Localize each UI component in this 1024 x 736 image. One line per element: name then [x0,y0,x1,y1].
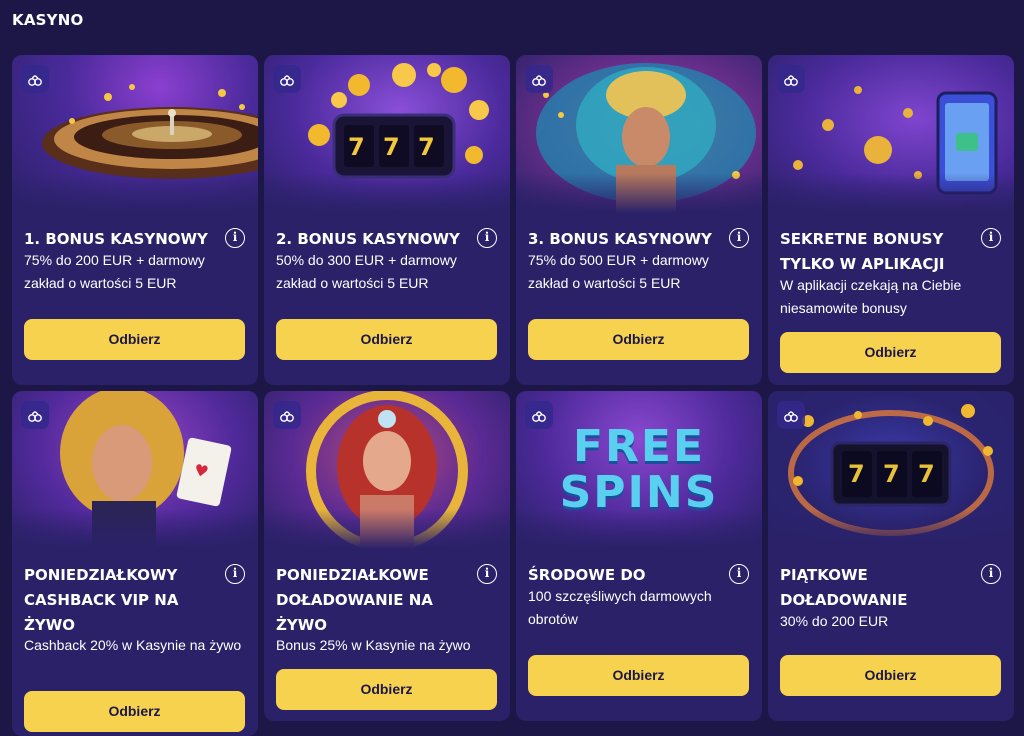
card-title: PONIEDZIAŁKOWY CASHBACK VIP NA ŻYWO [24,566,179,634]
cherry-icon [21,65,49,93]
claim-button[interactable]: Odbierz [276,319,497,360]
card-description: Bonus 25% w Kasynie na żywo [276,637,471,653]
info-icon[interactable]: i [225,228,245,248]
free-spins-image: FREE SPINS [516,391,762,549]
cherry-icon [777,65,805,93]
bonus-card-7: FREE SPINS ŚRODOWE DO i 100 szczęśliwych… [516,391,762,721]
info-icon[interactable]: i [477,228,497,248]
reel-symbol-2: 7 [383,133,400,161]
info-icon[interactable]: i [477,564,497,584]
cherry-icon [273,401,301,429]
info-icon[interactable]: i [729,228,749,248]
card-title: PIĄTKOWE DOŁADOWANIE [780,566,908,609]
card-description: 100 szczęśliwych darmowych obrotów [528,588,712,627]
roulette-image [12,55,258,213]
slot-coins-image: 7 7 7 [264,55,510,213]
reel-symbol-2: 7 [883,460,900,488]
card-title: PONIEDZIAŁKOWE DOŁADOWANIE NA ŻYWO [276,566,433,634]
claim-button[interactable]: Odbierz [780,332,1001,373]
cherry-icon [777,401,805,429]
claim-button[interactable]: Odbierz [24,319,245,360]
cherry-icon [21,401,49,429]
cherry-icon [525,401,553,429]
free-spins-line-1: FREE [572,421,706,472]
card-description: 50% do 300 EUR + darmowy zakład o wartoś… [276,252,457,291]
info-icon[interactable]: i [729,564,749,584]
reel-symbol-3: 7 [918,460,935,488]
friday-reload-image: 7 7 7 [768,391,1014,549]
reel-symbol-1: 7 [348,133,365,161]
live-reload-image [264,391,510,549]
bonus-card-8: 7 7 7 PIĄTKOWE DOŁADOWANIE i 30% do 200 … [768,391,1014,721]
reel-symbol-1: 7 [848,460,865,488]
bonus-card-6: PONIEDZIAŁKOWE DOŁADOWANIE NA ŻYWO i Bon… [264,391,510,721]
claim-button[interactable]: Odbierz [528,655,749,696]
app-image [768,55,1014,213]
vip-dealer-image: ♥ [12,391,258,549]
card-description: 75% do 200 EUR + darmowy zakład o wartoś… [24,252,205,291]
free-spins-line-2: SPINS [559,467,719,518]
card-description: Cashback 20% w Kasynie na żywo [24,637,242,653]
info-icon[interactable]: i [225,564,245,584]
card-description: 30% do 200 EUR [780,613,889,629]
card-description: 75% do 500 EUR + darmowy zakład o wartoś… [528,252,709,291]
info-icon[interactable]: i [981,564,1001,584]
reel-symbol-3: 7 [418,133,435,161]
carnival-image [516,55,762,213]
bonus-card-1: 1. BONUS KASYNOWY i 75% do 200 EUR + dar… [12,55,258,385]
claim-button[interactable]: Odbierz [276,669,497,710]
bonus-card-4: SEKRETNE BONUSY TYLKO W APLIKACJI i W ap… [768,55,1014,385]
cherry-icon [525,65,553,93]
card-title: SEKRETNE BONUSY TYLKO W APLIKACJI [780,230,945,273]
claim-button[interactable]: Odbierz [780,655,1001,696]
section-title: KASYNO [12,11,84,29]
card-description: W aplikacji czekają na Ciebie niesamowit… [780,277,962,316]
claim-button[interactable]: Odbierz [528,319,749,360]
bonus-card-3: 3. BONUS KASYNOWY i 75% do 500 EUR + dar… [516,55,762,385]
claim-button[interactable]: Odbierz [24,691,245,732]
cherry-icon [273,65,301,93]
bonus-card-2: 7 7 7 2. BONUS KASYNOWY i 50% do 300 EUR… [264,55,510,385]
bonus-card-5: ♥ PONIEDZIAŁKOWY CASHBACK VIP NA ŻYWO i … [12,391,258,736]
info-icon[interactable]: i [981,228,1001,248]
